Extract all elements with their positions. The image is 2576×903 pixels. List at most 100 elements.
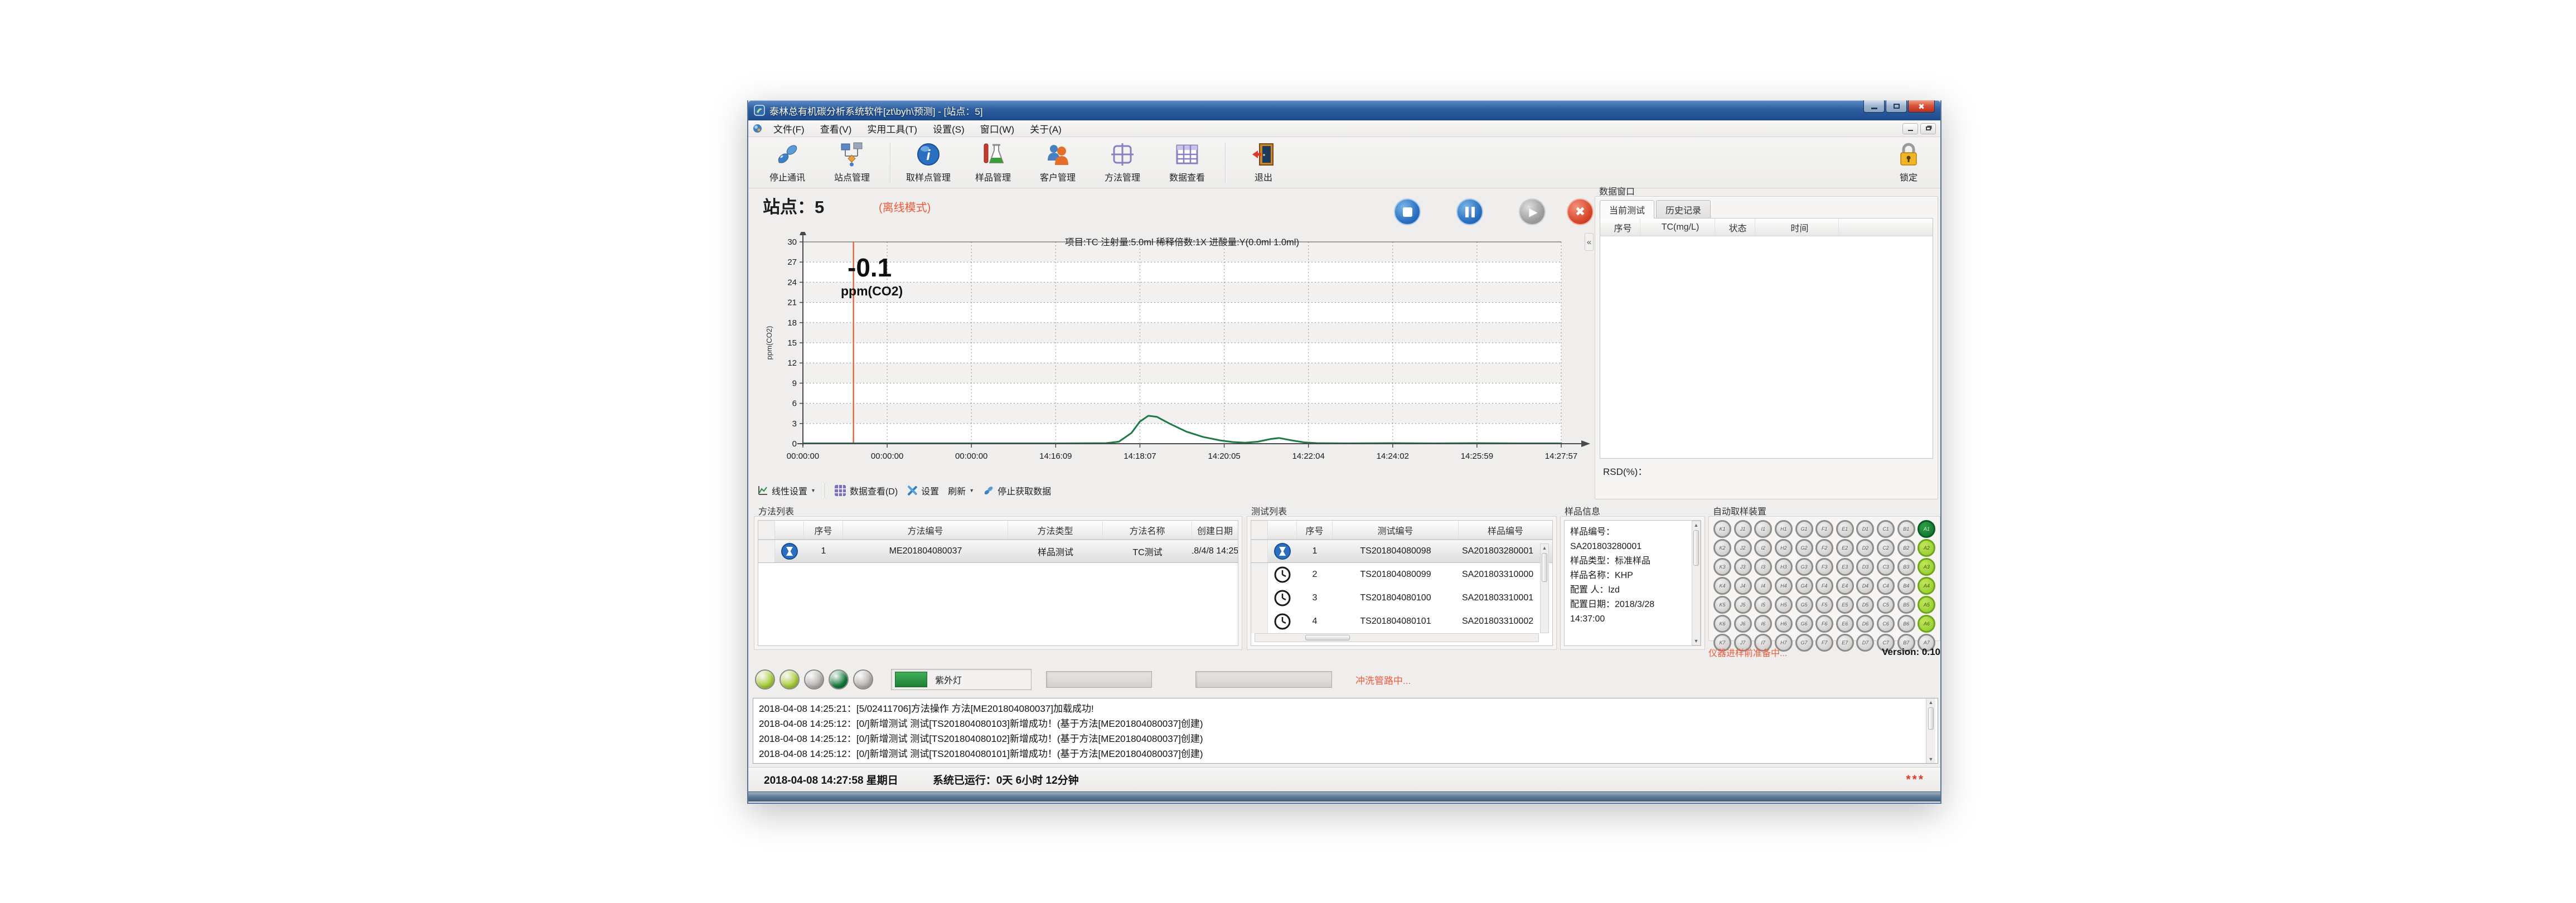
mdi-minimize-button[interactable] (1902, 123, 1918, 134)
test-row[interactable]: 2TS201804080099SA201803310000 (1251, 563, 1552, 586)
test-row[interactable]: 1TS201804080098SA201803280001 (1251, 540, 1552, 563)
chart-settings-button[interactable]: 设置 (907, 484, 939, 497)
test-list-horizontal-scrollbar[interactable] (1255, 633, 1539, 642)
well-K4[interactable]: K4 (1713, 577, 1731, 595)
scrollbar-thumb[interactable] (1693, 530, 1699, 566)
well-B6[interactable]: B6 (1897, 615, 1915, 633)
well-H5[interactable]: H5 (1775, 596, 1793, 614)
well-C1[interactable]: C1 (1877, 520, 1895, 538)
column-header[interactable]: 方法编号 (843, 521, 1008, 539)
well-K5[interactable]: K5 (1713, 596, 1731, 614)
well-F2[interactable]: F2 (1815, 539, 1833, 557)
well-G6[interactable]: G6 (1795, 615, 1813, 633)
well-K1[interactable]: K1 (1713, 520, 1731, 538)
title-bar[interactable]: 泰林总有机碳分析系统软件[zt\byh\预测] - [站点：5] ✖ (748, 100, 1940, 120)
well-G2[interactable]: G2 (1795, 539, 1813, 557)
sample-manage-button[interactable]: 样品管理 (961, 139, 1025, 186)
chart-data-view-button[interactable]: 数据查看(D) (834, 484, 898, 497)
test-list-vertical-scrollbar[interactable]: ▲ (1540, 543, 1549, 633)
customer-manage-button[interactable]: 客户管理 (1025, 139, 1090, 186)
abort-run-button[interactable]: ✖ (1567, 198, 1594, 225)
well-E5[interactable]: E5 (1836, 596, 1854, 614)
column-header[interactable]: 样品编号 (1459, 521, 1552, 539)
column-header[interactable]: 方法类型 (1008, 521, 1103, 539)
sampling-point-manage-button[interactable]: i 取样点管理 (896, 139, 961, 186)
log-scrollbar[interactable]: ▲ ▼ (1926, 698, 1935, 763)
method-manage-button[interactable]: 方法管理 (1090, 139, 1155, 186)
menu-settings[interactable]: 设置(S) (925, 120, 972, 137)
well-G4[interactable]: G4 (1795, 577, 1813, 595)
well-H2[interactable]: H2 (1775, 539, 1793, 557)
scrollbar-thumb[interactable] (1305, 635, 1350, 640)
column-header[interactable]: TC(mg/L) (1640, 219, 1715, 236)
well-K6[interactable]: K6 (1713, 615, 1731, 633)
scroll-up-icon[interactable]: ▲ (1541, 544, 1548, 552)
method-row[interactable]: 1 ME201804080037 样品测试 TC测试 2018/4/8 14:2… (758, 540, 1238, 563)
well-C6[interactable]: C6 (1877, 615, 1895, 633)
well-K3[interactable]: K3 (1713, 558, 1731, 576)
well-E6[interactable]: E6 (1836, 615, 1854, 633)
stop-fetch-button[interactable]: 停止获取数据 (983, 484, 1051, 497)
chart-refresh-button[interactable]: 刷新 ▼ (948, 484, 974, 497)
tab-history[interactable]: 历史记录 (1656, 200, 1711, 219)
collapse-panel-button[interactable]: « (1585, 233, 1594, 251)
data-view-button[interactable]: 数据查看 (1155, 139, 1219, 186)
well-B5[interactable]: B5 (1897, 596, 1915, 614)
well-F5[interactable]: F5 (1815, 596, 1833, 614)
column-header[interactable]: 序号 (804, 521, 843, 539)
scroll-down-icon[interactable]: ▼ (1692, 637, 1700, 645)
well-F1[interactable]: F1 (1815, 520, 1833, 538)
well-C5[interactable]: C5 (1877, 596, 1895, 614)
menu-window[interactable]: 窗口(W) (972, 120, 1022, 137)
scroll-up-icon[interactable]: ▲ (1926, 698, 1935, 706)
well-B3[interactable]: B3 (1897, 558, 1915, 576)
column-header[interactable]: 方法名称 (1103, 521, 1192, 539)
column-header[interactable]: 时间 (1755, 219, 1839, 236)
scrollbar-thumb[interactable] (1542, 553, 1547, 582)
well-J1[interactable]: J1 (1734, 520, 1752, 538)
well-E2[interactable]: E2 (1836, 539, 1854, 557)
start-run-button[interactable]: ▶ (1519, 198, 1546, 225)
uv-lamp-button[interactable]: 紫外灯 (891, 669, 1032, 690)
well-F3[interactable]: F3 (1815, 558, 1833, 576)
minimize-button[interactable] (1863, 100, 1885, 113)
lock-button[interactable]: 锁定 (1883, 139, 1934, 186)
well-I4[interactable]: I4 (1754, 577, 1772, 595)
well-J6[interactable]: J6 (1734, 615, 1752, 633)
menu-view[interactable]: 查看(V) (812, 120, 860, 137)
well-J2[interactable]: J2 (1734, 539, 1752, 557)
well-J5[interactable]: J5 (1734, 596, 1752, 614)
well-D3[interactable]: D3 (1856, 558, 1874, 576)
well-D2[interactable]: D2 (1856, 539, 1874, 557)
well-C3[interactable]: C3 (1877, 558, 1895, 576)
sample-info-scrollbar[interactable]: ▲ ▼ (1692, 521, 1701, 645)
well-A6[interactable]: A6 (1918, 615, 1935, 633)
well-B4[interactable]: B4 (1897, 577, 1915, 595)
column-header[interactable]: 序号 (1297, 521, 1333, 539)
scroll-up-icon[interactable]: ▲ (1692, 521, 1700, 529)
well-D6[interactable]: D6 (1856, 615, 1874, 633)
scroll-down-icon[interactable]: ▼ (1926, 755, 1935, 763)
well-C4[interactable]: C4 (1877, 577, 1895, 595)
column-header[interactable]: 状态 (1715, 219, 1755, 236)
well-B2[interactable]: B2 (1897, 539, 1915, 557)
well-D4[interactable]: D4 (1856, 577, 1874, 595)
well-D1[interactable]: D1 (1856, 520, 1874, 538)
test-row[interactable]: 4TS201804080101SA201803310002 (1251, 610, 1552, 633)
well-A1[interactable]: A1 (1918, 520, 1935, 538)
pause-run-button[interactable] (1456, 198, 1483, 225)
well-C2[interactable]: C2 (1877, 539, 1895, 557)
test-row[interactable]: 3TS201804080100SA201803310001 (1251, 586, 1552, 610)
well-K2[interactable]: K2 (1713, 539, 1731, 557)
well-A2[interactable]: A2 (1918, 539, 1935, 557)
well-F4[interactable]: F4 (1815, 577, 1833, 595)
column-header[interactable]: 创建日期 (1192, 521, 1238, 539)
menu-utilities[interactable]: 实用工具(T) (859, 120, 925, 137)
well-H4[interactable]: H4 (1775, 577, 1793, 595)
scrollbar-thumb[interactable] (1928, 707, 1934, 730)
close-button[interactable]: ✖ (1908, 100, 1935, 113)
well-G3[interactable]: G3 (1795, 558, 1813, 576)
maximize-button[interactable] (1886, 100, 1907, 113)
well-E1[interactable]: E1 (1836, 520, 1854, 538)
well-G1[interactable]: G1 (1795, 520, 1813, 538)
